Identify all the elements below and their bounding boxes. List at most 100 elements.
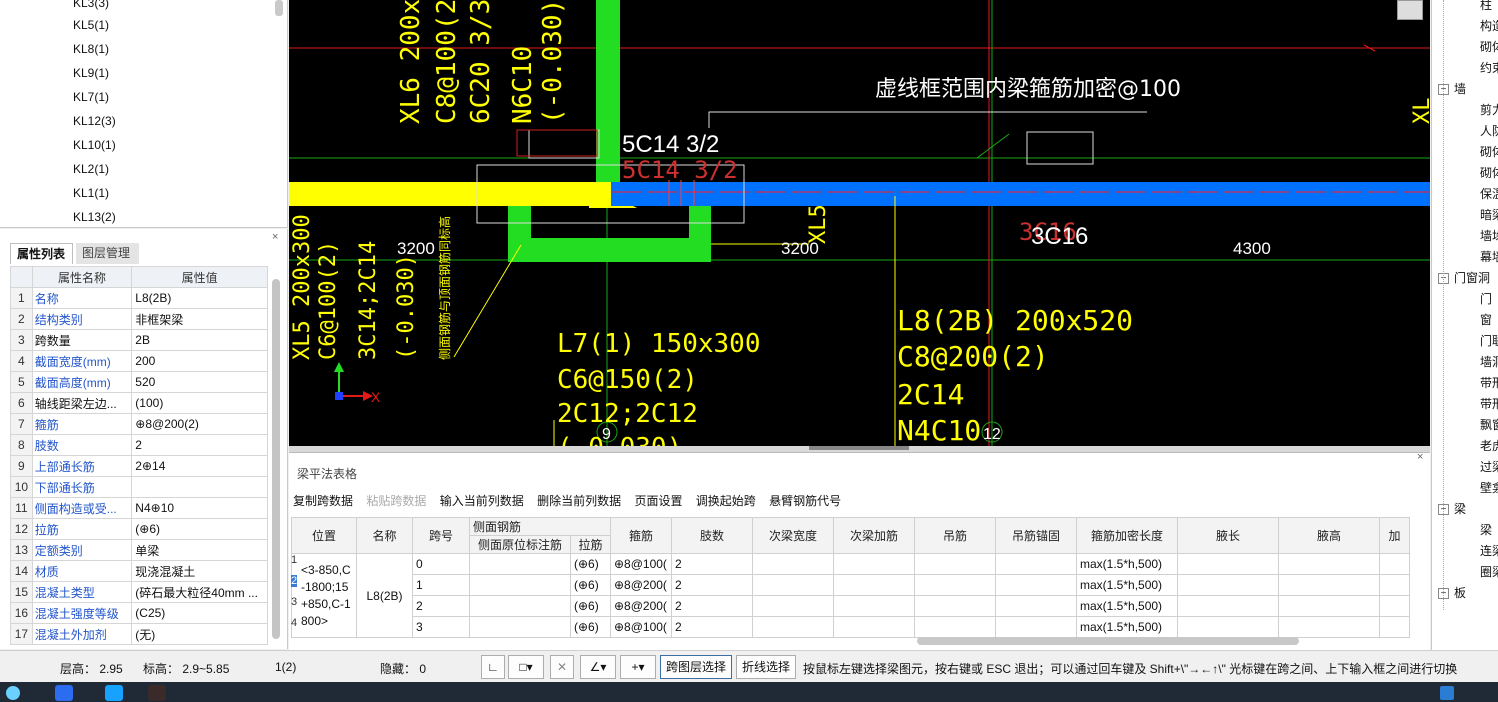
property-value[interactable]: 200 [131, 350, 268, 372]
property-row[interactable]: 8 肢数 2 [10, 434, 268, 456]
cantilever-code-button[interactable]: 悬臂钢筋代号 [769, 494, 841, 508]
list-item[interactable]: KL12(3) [73, 114, 116, 128]
hanger-cell[interactable] [914, 595, 996, 617]
tree-item[interactable]: 暗梁 [1480, 206, 1498, 223]
tree-item[interactable]: 砌体 [1480, 38, 1498, 55]
haunch-length-cell[interactable] [1177, 574, 1279, 596]
tree-item[interactable]: 梁 [1480, 521, 1492, 538]
hanger-anchor-cell[interactable] [995, 616, 1077, 638]
tree-item[interactable]: 门 [1480, 290, 1492, 307]
tree-item[interactable]: 幕墙 [1480, 248, 1498, 265]
tie-cell[interactable]: (⊕6) [570, 595, 611, 617]
blue-beam[interactable] [611, 182, 1430, 206]
tab-property-list[interactable]: 属性列表 [10, 243, 73, 264]
hanger-cell[interactable] [914, 616, 996, 638]
more-cell[interactable] [1379, 616, 1410, 638]
property-value[interactable]: 2B [131, 329, 268, 351]
property-row[interactable]: 10 下部通长筋 [10, 476, 268, 498]
hanger-anchor-cell[interactable] [995, 553, 1077, 575]
list-item[interactable]: KL7(1) [73, 90, 109, 104]
yellow-beam[interactable] [289, 182, 629, 206]
tree-item[interactable]: 剪力 [1480, 101, 1498, 118]
property-row[interactable]: 14 材质 现浇混凝土 [10, 560, 268, 582]
tree-item[interactable]: 保温 [1480, 185, 1498, 202]
span-cell[interactable]: 1 [412, 574, 470, 596]
property-value[interactable]: (⊕6) [131, 518, 268, 540]
list-item[interactable]: KL3(3) [73, 0, 109, 10]
property-row[interactable]: 17 混凝土外加剂 (无) [10, 623, 268, 645]
list-item[interactable]: KL1(1) [73, 186, 109, 200]
tree-item[interactable]: 飘窗 [1480, 416, 1498, 433]
secondary-add-cell[interactable] [833, 553, 915, 575]
dense-length-cell[interactable]: max(1.5*h,500) [1076, 553, 1178, 575]
tree-item[interactable]: 砌体 [1480, 164, 1498, 181]
list-scrollbar[interactable] [275, 0, 283, 16]
side-annotation-cell[interactable] [469, 616, 571, 638]
legs-cell[interactable]: 2 [671, 595, 753, 617]
property-value[interactable] [131, 476, 268, 498]
side-annotation-cell[interactable] [469, 595, 571, 617]
property-value[interactable]: (碎石最大粒径40mm ... [131, 581, 268, 603]
stirrup-cell[interactable]: ⊕8@100( [610, 616, 672, 638]
tree-group[interactable]: 梁 [1454, 500, 1466, 517]
haunch-height-cell[interactable] [1278, 595, 1380, 617]
tree-group[interactable]: 门窗洞 [1454, 269, 1490, 286]
property-value[interactable]: ⊕8@200(2) [131, 413, 268, 435]
tie-cell[interactable]: (⊕6) [570, 616, 611, 638]
tree-group[interactable]: 墙 [1454, 80, 1466, 97]
span-cell[interactable]: 0 [412, 553, 470, 575]
dense-length-cell[interactable]: max(1.5*h,500) [1076, 574, 1178, 596]
ortho-icon[interactable]: ∟ [481, 655, 505, 679]
list-item[interactable]: KL10(1) [73, 138, 116, 152]
tree-item[interactable]: 过梁 [1480, 458, 1498, 475]
haunch-length-cell[interactable] [1177, 553, 1279, 575]
stirrup-cell[interactable]: ⊕8@200( [610, 574, 672, 596]
list-item[interactable]: KL9(1) [73, 66, 109, 80]
property-row[interactable]: 6 轴线距梁左边... (100) [10, 392, 268, 414]
close-icon[interactable]: × [272, 231, 278, 243]
list-item[interactable]: KL13(2) [73, 210, 116, 224]
list-item[interactable]: KL2(1) [73, 162, 109, 176]
property-row[interactable]: 4 截面宽度(mm) 200 [10, 350, 268, 372]
property-row[interactable]: 5 截面高度(mm) 520 [10, 371, 268, 393]
side-annotation-cell[interactable] [469, 553, 571, 575]
property-value[interactable]: N4⊕10 [131, 497, 268, 519]
app-icon[interactable] [55, 685, 73, 701]
tree-item[interactable]: 壁龛 [1480, 479, 1498, 496]
property-value[interactable]: 单梁 [131, 539, 268, 561]
property-value[interactable]: 2⊕14 [131, 455, 268, 477]
property-value[interactable]: L8(2B) [131, 287, 268, 309]
cross-icon[interactable]: ✕ [550, 655, 574, 679]
secondary-add-cell[interactable] [833, 595, 915, 617]
dense-length-cell[interactable]: max(1.5*h,500) [1076, 616, 1178, 638]
property-value[interactable]: 2 [131, 434, 268, 456]
table-row[interactable]: 2 (⊕6) ⊕8@200(2 max(1.5*h,500) [292, 595, 1410, 617]
polyline-select-button[interactable]: 折线选择 [736, 655, 796, 679]
property-value[interactable]: 现浇混凝土 [131, 560, 268, 582]
list-item[interactable]: KL5(1) [73, 18, 109, 32]
secondary-add-cell[interactable] [833, 574, 915, 596]
haunch-height-cell[interactable] [1278, 616, 1380, 638]
stirrup-cell[interactable]: ⊕8@100( [610, 553, 672, 575]
span-cell[interactable]: 2 [412, 595, 470, 617]
name-cell[interactable]: L8(2B) [356, 553, 413, 638]
cross-layer-select-button[interactable]: 跨图层选择 [660, 655, 732, 679]
tie-cell[interactable]: (⊕6) [570, 553, 611, 575]
object-snap-icon[interactable]: □▾ [508, 655, 544, 679]
hanger-anchor-cell[interactable] [995, 595, 1077, 617]
cad-drawing-canvas[interactable]: XL6 200x800 C8@100(2) 6C20 3/3;3C N6C10 … [289, 0, 1430, 446]
more-cell[interactable] [1379, 595, 1410, 617]
legs-cell[interactable]: 2 [671, 574, 753, 596]
hanger-anchor-cell[interactable] [995, 574, 1077, 596]
tree-group[interactable]: 板 [1454, 584, 1466, 601]
property-value[interactable]: 520 [131, 371, 268, 393]
start-icon[interactable] [6, 686, 20, 700]
tie-cell[interactable]: (⊕6) [570, 574, 611, 596]
property-row[interactable]: 1 名称 L8(2B) [10, 287, 268, 309]
table-row[interactable]: <3-850,C-1800;15+850,C-1800> L8(2B) 0 (⊕6) ⊕… [291, 553, 1410, 638]
delete-column-button[interactable]: 删除当前列数据 [537, 494, 621, 508]
dense-length-cell[interactable]: max(1.5*h,500) [1076, 595, 1178, 617]
stirrup-cell[interactable]: ⊕8@200( [610, 595, 672, 617]
tree-item[interactable]: 砌体 [1480, 143, 1498, 160]
hanger-cell[interactable] [914, 553, 996, 575]
